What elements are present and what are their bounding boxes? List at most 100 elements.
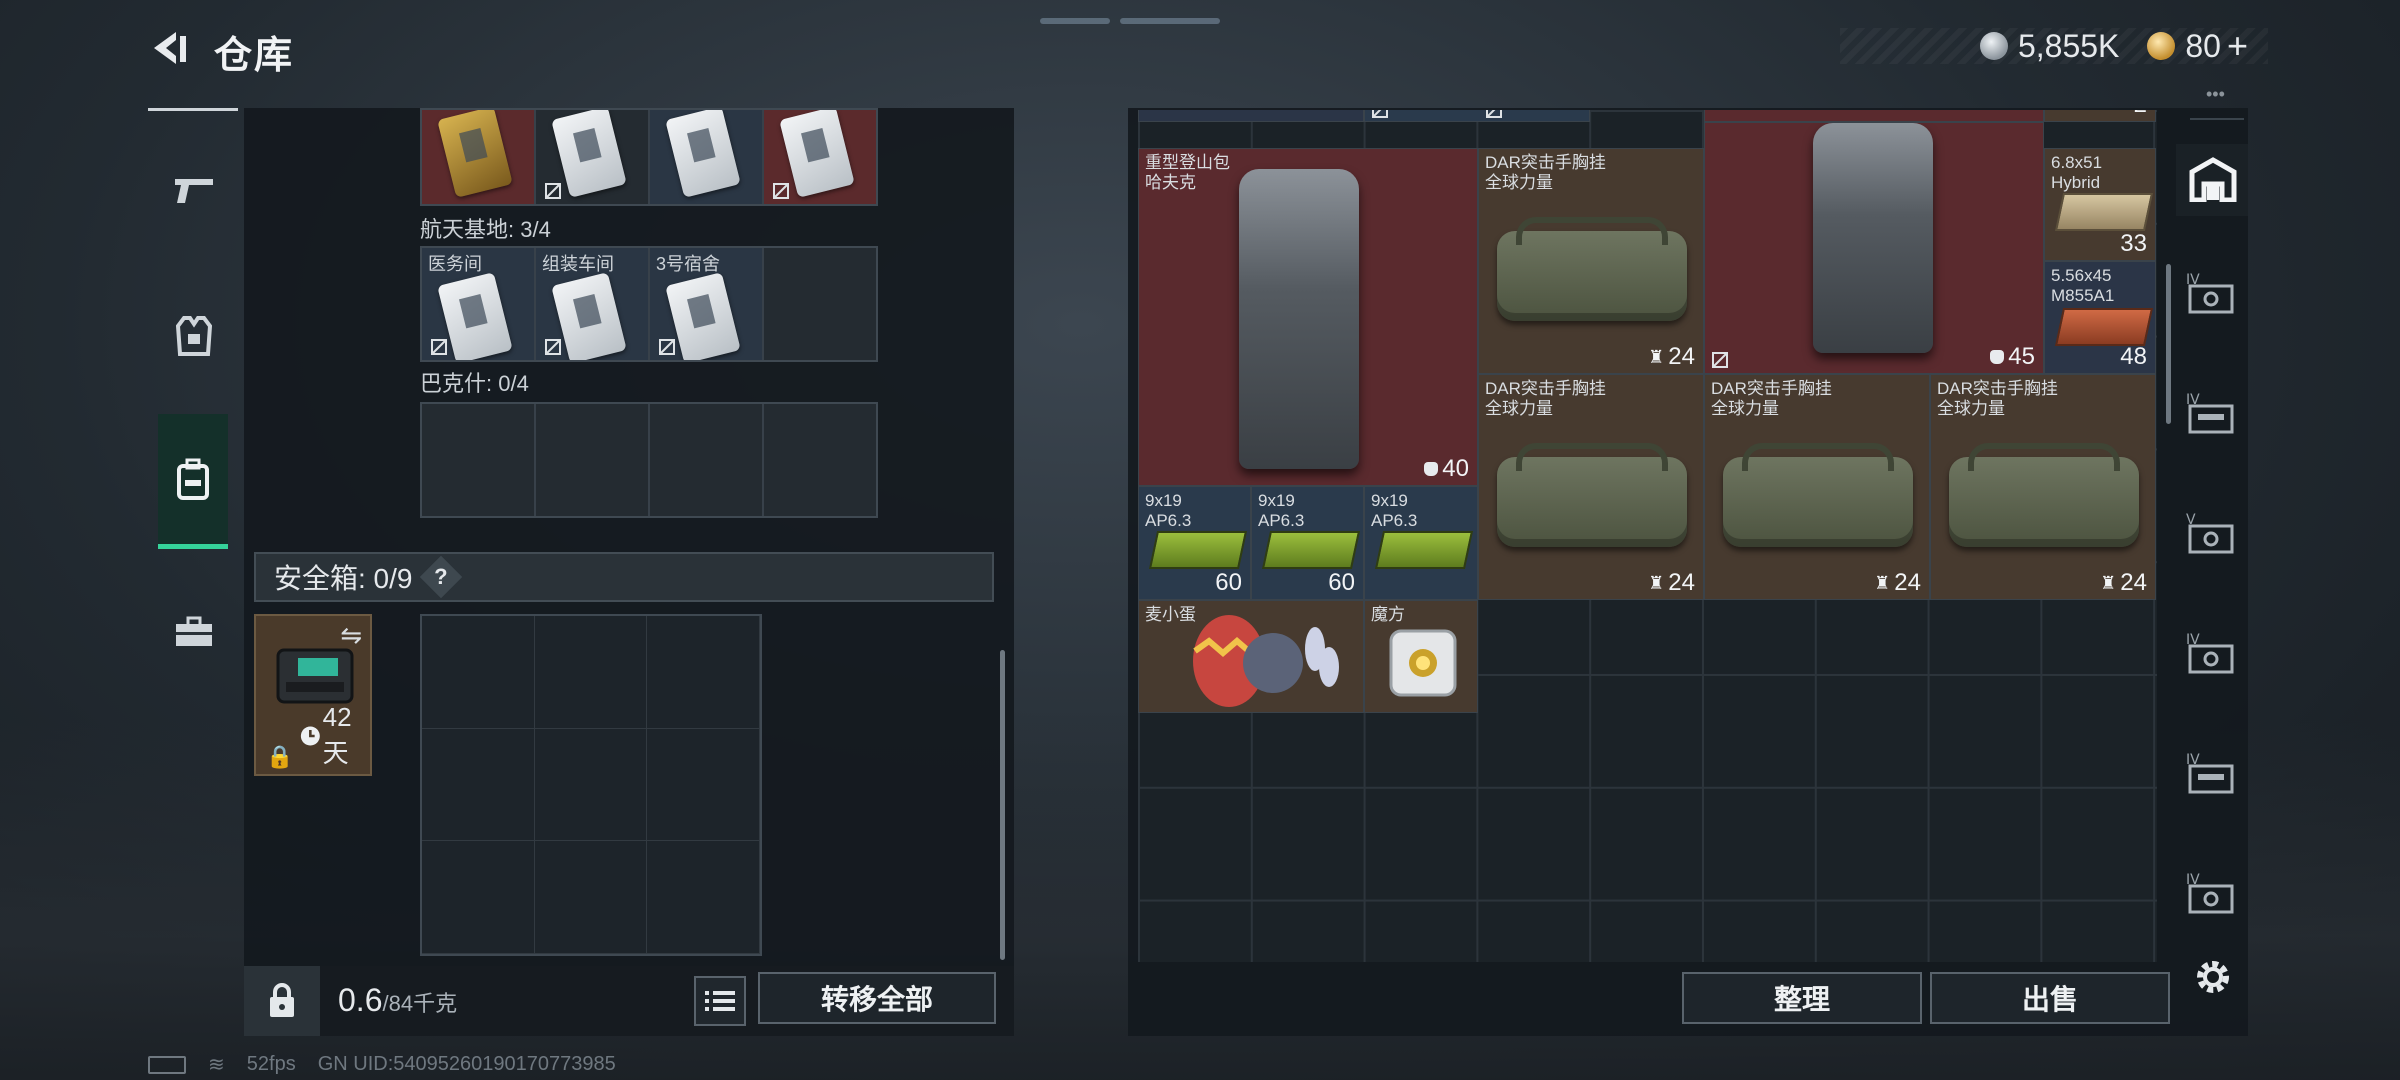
item-count: 48 [2120,343,2147,370]
stash-item-chest-rig[interactable]: DAR突击手胸挂 全球力量 ♜ 24 [1478,148,1704,374]
back-button[interactable] [146,26,190,70]
lock-icon: 🔒 [266,744,294,769]
pistol-icon [175,179,213,203]
stash-item-ammo-556x45[interactable]: 5.56x45 M855A1 48 [2044,261,2156,374]
more-dots-icon[interactable]: ••• [2206,84,2225,105]
rail-case-tab[interactable] [158,596,230,668]
transfer-all-button[interactable]: 转移全部 [758,972,996,1024]
grid-cell[interactable] [422,728,535,842]
no-trade-icon [773,183,789,199]
item-count: 60 [1215,569,1242,596]
keycard-slot[interactable] [650,110,764,204]
stash-item-ammo-9x19[interactable]: 9x19 AP6.3 60 [1251,486,1364,600]
item-name: DAR突击手胸挂 全球力量 [1711,379,1832,418]
item-name: 6.8x51 Hybrid [2051,153,2103,192]
stash-item-partial[interactable] [1364,110,1590,122]
keycard-slot[interactable]: 组装车间 [536,248,650,360]
item-name: 魔方 [1371,605,1405,624]
stash-item-ammo-9x19[interactable]: 9x19 AP6.3 [1364,486,1478,600]
armor-icon: ♜ [1648,572,1665,593]
keycard-row-1 [420,108,878,206]
grid-cell[interactable] [534,728,648,842]
stash-item-partial[interactable] [1138,110,1364,122]
container-icon: IV [2186,392,2234,434]
safe-box-label: 安全箱: 0/9 [274,563,413,594]
stash-item-partial[interactable]: 2 [2044,110,2156,122]
grid-cell[interactable] [647,728,760,842]
keycard-slot-empty[interactable] [650,404,764,516]
item-count: 60 [1328,569,1355,596]
sell-button[interactable]: 出售 [1930,972,2170,1024]
keycard-slot-empty[interactable] [422,404,536,516]
rig-image [1497,443,1687,547]
grid-cell[interactable] [534,841,648,954]
padlock-icon [270,983,294,1017]
stash-item-backpack[interactable]: 45 [1704,122,2044,374]
keycard-slot-empty[interactable] [764,248,876,360]
list-view-button[interactable] [694,976,746,1026]
stash-tab-container-2[interactable]: IV [2180,380,2246,446]
item-name: DAR突击手胸挂 全球力量 [1485,379,1606,418]
back-arrow-icon [154,32,186,64]
keycard-slot[interactable]: 3号宿舍 [650,248,764,360]
ammo-box-image [1261,531,1361,569]
stash-item-ammo-68x51[interactable]: 6.8x51 Hybrid 33 [2044,148,2156,261]
stash-tab-main[interactable] [2180,146,2246,212]
stash-item-ammo-9x19[interactable]: 9x19 AP6.3 60 [1138,486,1251,600]
container-icon: IV [2186,632,2234,674]
backpack-image [1813,123,1933,353]
stash-tab-container-4[interactable]: IV [2180,620,2246,686]
rail-backpack-tab[interactable] [158,414,228,549]
stash-tab-container-1[interactable]: IV [2180,260,2246,326]
keycard-slot-empty[interactable] [536,404,650,516]
rig-image [1949,443,2139,547]
stash-item-chest-rig[interactable]: DAR突击手胸挂 全球力量 ♜ 24 [1478,374,1704,600]
stash-scrollbar[interactable] [2166,264,2171,424]
ammo-box-image [2054,308,2154,346]
swap-icon[interactable]: ⇋ [340,620,362,651]
grid-cell[interactable] [422,841,535,954]
rig-image [1497,217,1687,321]
grid-cell[interactable] [647,841,760,954]
item-name: 9x19 AP6.3 [1258,491,1305,530]
fps-readout: 52fps [246,1053,296,1075]
no-trade-icon [1372,110,1388,118]
stash-item-heavy-backpack[interactable]: 重型登山包 哈夫克 40 [1138,148,1478,486]
rail-armor-tab[interactable] [158,300,230,372]
left-scrollbar[interactable] [1000,650,1005,960]
item-name: DAR突击手胸挂 全球力量 [1485,153,1606,192]
keycard-slot[interactable]: 医务间 [422,248,536,360]
add-currency-button[interactable]: + [2227,25,2248,67]
help-button[interactable]: ? [420,555,463,599]
stash-tab-container-3[interactable]: V [2180,500,2246,566]
no-trade-icon [431,339,447,355]
keycard-row-aerospace: 医务间 组装车间 3号宿舍 [420,246,878,362]
keycard-slot-empty[interactable] [764,404,876,516]
stash-tab-container-6[interactable]: IV [2180,860,2246,926]
rail-weapon-tab[interactable] [158,154,230,226]
stash-item-mascot[interactable]: 麦小蛋 [1138,600,1364,713]
grid-cell[interactable] [534,616,648,729]
no-trade-icon [1486,110,1502,118]
container-icon: IV [2186,752,2234,794]
stash-item-partial[interactable] [1704,110,2044,122]
stash-item-chest-rig[interactable]: DAR突击手胸挂 全球力量 ♜ 24 [1930,374,2156,600]
settings-button[interactable] [2180,944,2246,1010]
stash-tab-container-5[interactable]: IV [2180,740,2246,806]
stash-item-chest-rig[interactable]: DAR突击手胸挂 全球力量 ♜ 24 [1704,374,1930,600]
grid-cell[interactable] [647,616,760,729]
section-aerospace-label: 航天基地: 3/4 [420,217,551,242]
safe-box-item[interactable]: ⇋ 🔒 42天 [254,614,372,776]
lock-button[interactable] [244,966,320,1036]
stash-item-cube[interactable]: 魔方 [1364,600,1478,713]
grid-cell[interactable] [422,616,535,729]
rig-image [1723,443,1913,547]
keycard-slot[interactable] [422,110,536,204]
keycard-slot[interactable] [764,110,876,204]
section-bakshi-label: 巴克什: 0/4 [420,371,529,396]
sort-button[interactable]: 整理 [1682,972,1922,1024]
keycard-row-bakshi [420,402,878,518]
keycard-slot[interactable] [536,110,650,204]
ammo-box-image [2054,193,2154,231]
rail-separator [2190,118,2244,120]
